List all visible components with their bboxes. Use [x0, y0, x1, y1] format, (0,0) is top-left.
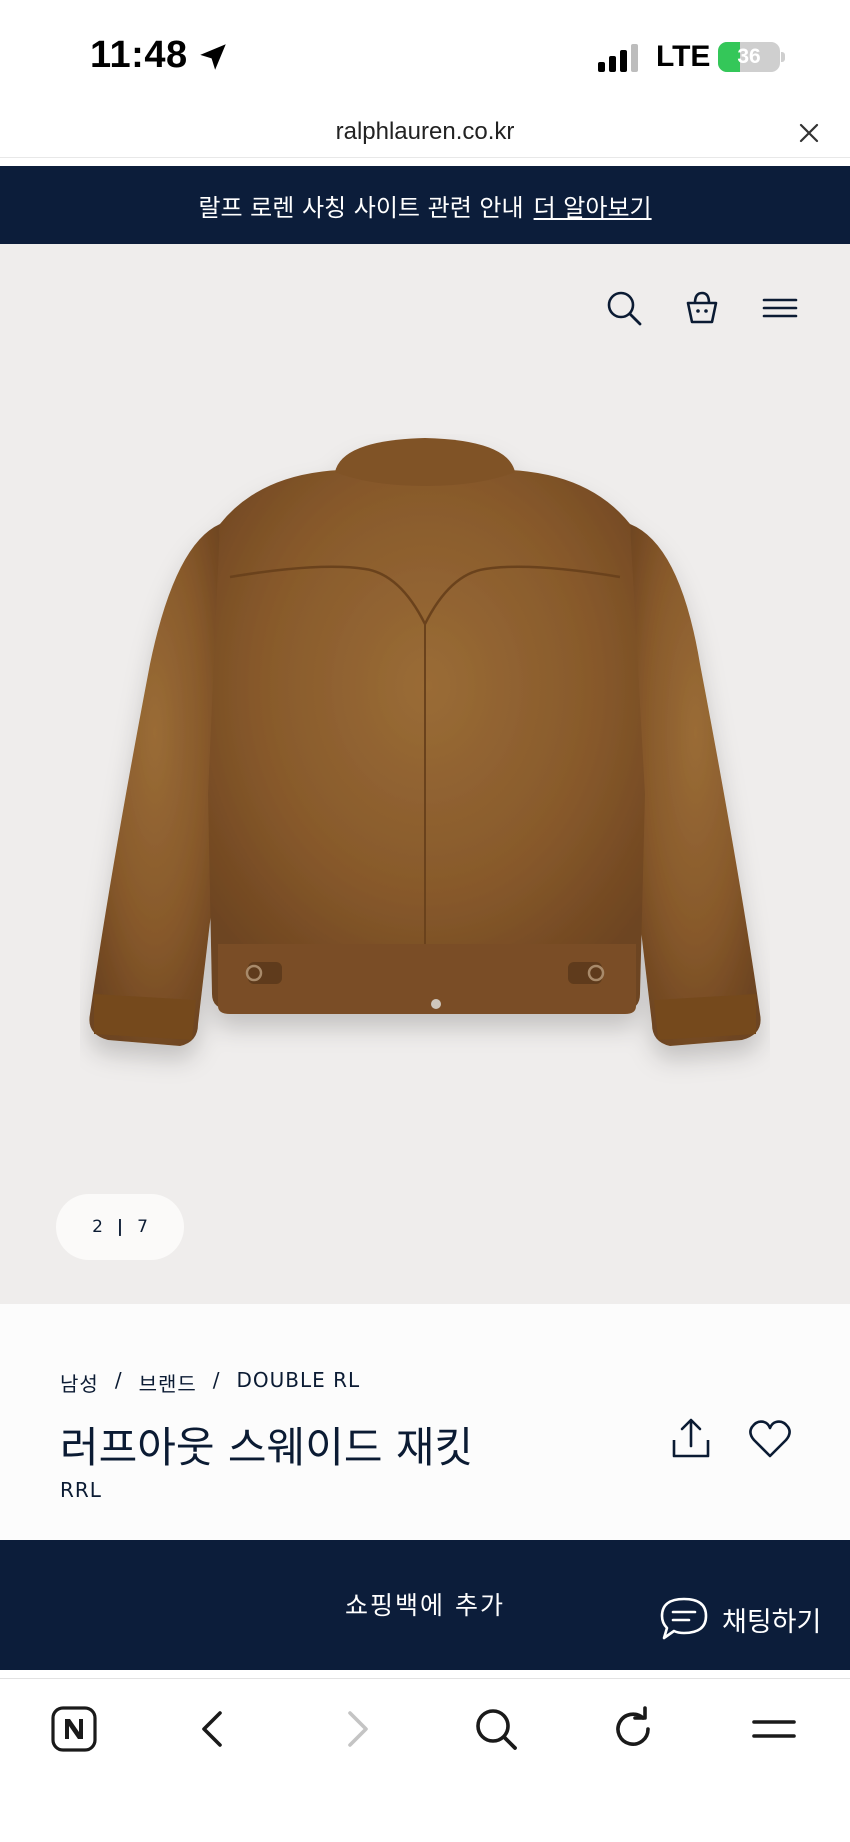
search-icon[interactable]: [604, 288, 644, 328]
pager-current: 2: [92, 1217, 103, 1237]
breadcrumb-separator: /: [212, 1368, 221, 1392]
forward-icon[interactable]: [332, 1705, 380, 1753]
status-bar: 11:48 LTE 36: [0, 0, 850, 110]
product-info: 남성 / 브랜드 / DOUBLE RL 러프아웃 스웨이드 재킷 RRL: [0, 1304, 850, 1540]
browser-toolbar: [0, 1678, 850, 1842]
shopping-bag-icon[interactable]: [682, 288, 722, 328]
add-to-bag-bar: 쇼핑백에 추가 채팅하기: [0, 1540, 850, 1670]
product-image-jacket[interactable]: [80, 434, 770, 1134]
chat-button[interactable]: 채팅하기: [658, 1596, 821, 1642]
url-text[interactable]: ralphlauren.co.kr: [0, 118, 850, 146]
chat-bubble-icon: [660, 1597, 708, 1640]
reload-icon[interactable]: [610, 1705, 658, 1753]
heart-icon[interactable]: [748, 1418, 792, 1460]
breadcrumb-item-double-rl[interactable]: DOUBLE RL: [237, 1368, 361, 1397]
back-icon[interactable]: [190, 1705, 238, 1753]
announcement-banner: 랄프 로렌 사칭 사이트 관련 안내 더 알아보기: [0, 166, 850, 244]
carrier-label: LTE: [656, 40, 711, 73]
breadcrumb-item-brand[interactable]: 브랜드: [139, 1368, 197, 1397]
banner-text: 랄프 로렌 사칭 사이트 관련 안내: [198, 193, 524, 222]
breadcrumb-item-men[interactable]: 남성: [60, 1368, 99, 1397]
share-icon[interactable]: [668, 1416, 714, 1462]
location-arrow-icon: [200, 44, 226, 70]
status-time: 11:48: [90, 34, 188, 76]
product-gallery[interactable]: 2 | 7: [0, 244, 850, 1304]
pager-total: 7: [137, 1217, 148, 1237]
search-icon[interactable]: [472, 1705, 520, 1753]
pager-separator: |: [116, 1217, 124, 1237]
chat-label: 채팅하기: [722, 1606, 822, 1638]
battery-indicator: 36: [718, 42, 780, 72]
close-icon[interactable]: [796, 120, 822, 146]
product-title: 러프아웃 스웨이드 재킷: [60, 1423, 474, 1472]
battery-cap: [781, 52, 785, 62]
menu-icon[interactable]: [762, 288, 798, 328]
banner-learn-more-link[interactable]: 더 알아보기: [534, 188, 652, 223]
image-pager: 2 | 7: [56, 1194, 184, 1260]
breadcrumb: 남성 / 브랜드 / DOUBLE RL: [60, 1368, 360, 1397]
naver-home-icon[interactable]: [50, 1705, 98, 1753]
product-brand: RRL: [60, 1478, 102, 1502]
menu-icon[interactable]: [750, 1705, 798, 1753]
breadcrumb-separator: /: [114, 1368, 123, 1392]
battery-level: 36: [737, 45, 761, 68]
url-bar[interactable]: ralphlauren.co.kr: [0, 110, 850, 158]
cellular-signal-icon: [598, 44, 638, 72]
